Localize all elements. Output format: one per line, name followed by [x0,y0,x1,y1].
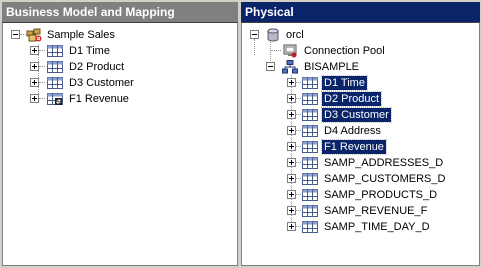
business-model-title: Business Model and Mapping [2,2,238,22]
tree-label: D1 Time [69,45,110,57]
physical-table-icon [302,205,318,217]
tree-connector [39,82,45,83]
business-model-tree[interactable]: Sample Sales D1 Time D2 Product D3 Custo… [2,22,238,266]
tree-connector [39,66,45,67]
tree-label: F1 Revenue [69,93,129,105]
business-model-icon [26,28,42,42]
physical-tree[interactable]: orcl Connection Pool BISAMPLE D1 Time D2… [241,22,480,266]
tree-node-bisample[interactable]: BISAMPLE [242,59,479,75]
physical-title: Physical [241,2,480,22]
tree-node-physical-table[interactable]: SAMP_PRODUCTS_D [242,187,479,203]
physical-table-icon [302,125,318,137]
tree-label: SAMP_ADDRESSES_D [324,157,444,169]
tree-node-physical-table[interactable]: D1 Time [242,75,479,91]
tree-node-logical-table[interactable]: D2 Product [3,59,237,75]
expand-toggle[interactable] [30,94,39,103]
svg-text:#: # [56,98,62,106]
tree-label: SAMP_PRODUCTS_D [324,189,438,201]
tree-label: D2 Product [69,61,125,73]
tree-node-logical-table[interactable]: D1 Time [3,43,237,59]
database-icon [267,28,279,42]
tree-node-physical-table[interactable]: D4 Address [242,123,479,139]
expand-toggle[interactable] [287,94,296,103]
expand-toggle[interactable] [287,206,296,215]
connection-pool-icon [283,44,297,58]
tree-node-logical-table[interactable]: D3 Customer [3,75,237,91]
expand-toggle[interactable] [287,126,296,135]
physical-table-icon [302,141,318,153]
expand-toggle[interactable] [30,78,39,87]
expand-toggle[interactable] [287,222,296,231]
tree-node-physical-table[interactable]: SAMP_CUSTOMERS_D [242,171,479,187]
business-model-pane: Business Model and Mapping Sample Sales [2,2,238,266]
expand-toggle[interactable] [287,174,296,183]
tree-node-physical-table[interactable]: SAMP_REVENUE_F [242,203,479,219]
collapse-toggle[interactable] [11,30,20,39]
expand-toggle[interactable] [30,46,39,55]
tree-node-connection-pool[interactable]: Connection Pool [242,43,479,59]
tree-label: SAMP_REVENUE_F [324,205,428,217]
physical-table-icon [302,93,318,105]
physical-table-icon [302,77,318,89]
tree-connector [271,50,281,51]
physical-table-icon [302,221,318,233]
tree-node-physical-table[interactable]: SAMP_ADDRESSES_D [242,155,479,171]
fact-table-icon: # [47,93,63,106]
tree-node-physical-table[interactable]: D3 Customer [242,107,479,123]
collapse-toggle[interactable] [250,30,259,39]
tree-label: D1 Time [321,75,368,91]
tree-label: D3 Customer [69,77,134,89]
physical-table-icon [302,189,318,201]
physical-table-icon [302,109,318,121]
logical-table-icon [47,45,63,57]
physical-pane: Physical orcl Connection Pool BISAMPLE D… [241,2,480,266]
logical-table-icon [47,77,63,89]
tree-label: Connection Pool [304,45,385,57]
physical-table-icon [302,173,318,185]
tree-node-sample-sales[interactable]: Sample Sales [3,27,237,43]
tree-label: BISAMPLE [304,61,360,73]
tree-node-physical-table[interactable]: SAMP_TIME_DAY_D [242,219,479,235]
schema-icon [282,60,298,74]
expand-toggle[interactable] [287,110,296,119]
tree-label: SAMP_CUSTOMERS_D [324,173,446,185]
tree-connector [39,98,45,99]
expand-toggle[interactable] [287,78,296,87]
tree-label: Sample Sales [47,29,115,41]
expand-toggle[interactable] [287,158,296,167]
tree-label: D3 Customer [321,107,392,123]
tree-label: D2 Product [320,91,383,107]
tree-node-orcl[interactable]: orcl [242,27,479,43]
tree-label: F1 Revenue [321,139,387,155]
expand-toggle[interactable] [30,62,39,71]
tree-label: SAMP_TIME_DAY_D [324,221,430,233]
logical-table-icon [47,61,63,73]
physical-table-icon [302,157,318,169]
expand-toggle[interactable] [287,142,296,151]
collapse-toggle[interactable] [266,62,275,71]
tree-node-fact-table[interactable]: # F1 Revenue [3,91,237,107]
tree-node-physical-table[interactable]: D2 Product [242,91,479,107]
tree-connector [39,50,45,51]
tree-label: orcl [286,29,304,41]
tree-label: D4 Address [324,125,381,137]
expand-toggle[interactable] [287,190,296,199]
tree-node-physical-table[interactable]: F1 Revenue [242,139,479,155]
